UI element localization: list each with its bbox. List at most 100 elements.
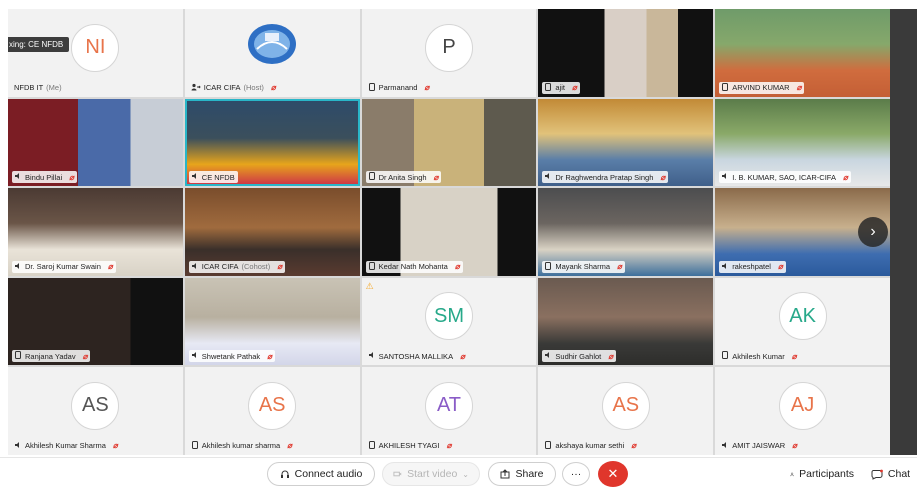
- participant-label: Shwetank Pathak ⌀: [188, 350, 275, 363]
- chat-icon: [871, 469, 883, 480]
- more-options-button[interactable]: ···: [562, 462, 590, 486]
- video-camera-icon: [393, 471, 402, 477]
- organization-logo: [247, 23, 297, 65]
- participant-tile[interactable]: I. B. KUMAR, SAO, ICAR-CIFA ⌀: [715, 98, 890, 187]
- participant-name: CE NFDB: [201, 172, 235, 182]
- chat-label: Chat: [887, 468, 911, 480]
- mic-muted-icon: ⌀: [277, 262, 283, 272]
- mic-muted-icon: ⌀: [796, 83, 802, 93]
- next-page-button[interactable]: ›: [858, 216, 888, 247]
- participant-label: Akhilesh Kumar ⌀: [719, 350, 799, 362]
- connect-audio-label: Connect audio: [294, 468, 363, 480]
- participant-tile[interactable]: Kedar Nath Mohanta ⌀: [361, 188, 537, 276]
- avatar-initials: AS: [71, 381, 120, 430]
- participant-label: akshaya kumar sethi ⌀: [542, 440, 639, 452]
- participant-tile[interactable]: AS akshaya kumar sethi ⌀: [538, 367, 714, 455]
- audio-icon: [721, 441, 729, 451]
- participant-label: Dr. Saroj Kumar Swain ⌀: [12, 260, 116, 273]
- participant-tile[interactable]: Dr Anita Singh ⌀: [361, 98, 537, 187]
- participant-label: Dr Raghwendra Pratap Singh ⌀: [542, 171, 669, 184]
- phone-icon: [721, 82, 729, 93]
- chat-button[interactable]: Chat: [866, 462, 915, 486]
- mic-muted-icon: ⌀: [446, 441, 452, 451]
- participant-label: Mayank Sharma ⌀: [542, 260, 625, 273]
- avatar-initials: AS: [601, 381, 650, 430]
- participant-tile[interactable]: AK Akhilesh Kumar ⌀: [715, 277, 890, 366]
- participant-label: AKHILESH TYAGI ⌀: [366, 440, 455, 452]
- more-icon: ···: [570, 468, 582, 480]
- participant-role: (Me): [46, 83, 62, 93]
- mic-muted-icon: ⌀: [608, 351, 614, 361]
- participant-name: Shwetank Pathak: [201, 351, 261, 361]
- participant-tile[interactable]: ARVIND KUMAR ⌀: [715, 9, 890, 97]
- participant-name: Dr. Saroj Kumar Swain: [25, 262, 101, 272]
- participant-name: NFDB IT: [14, 83, 44, 93]
- participant-tile[interactable]: Mayank Sharma ⌀: [538, 188, 714, 276]
- mic-muted-icon: ⌀: [842, 172, 848, 182]
- avatar-initials: AJ: [778, 381, 827, 430]
- mic-muted-icon: ⌀: [571, 83, 577, 93]
- mic-muted-icon: ⌀: [267, 351, 272, 361]
- participant-label: NFDB IT (Me): [12, 82, 65, 94]
- participant-name: Mayank Sharma: [555, 262, 610, 272]
- participant-label: Akhilesh kumar sharma ⌀: [189, 440, 295, 452]
- participant-tile[interactable]: CE NFDB: [184, 98, 360, 187]
- participant-role: (Cohost): [241, 262, 271, 272]
- participant-tile[interactable]: rakeshpatel ⌀ ›: [715, 188, 890, 276]
- participant-tile[interactable]: AS Akhilesh kumar sharma ⌀: [184, 367, 360, 455]
- participant-name: rakeshpatel: [732, 262, 771, 272]
- participants-button[interactable]: Participants: [780, 462, 864, 486]
- participant-label: AMIT JAISWAR ⌀: [719, 440, 800, 452]
- avatar-initials: NI: [71, 23, 120, 72]
- participant-label: I. B. KUMAR, SAO, ICAR-CIFA ⌀: [719, 171, 851, 184]
- participant-name: Akhilesh Kumar Sharma: [25, 441, 106, 451]
- share-button[interactable]: Share: [488, 462, 556, 486]
- participant-tile[interactable]: NI xing: CE NFDB NFDB IT (Me): [8, 9, 183, 97]
- mic-muted-icon: ⌀: [617, 262, 622, 272]
- meeting-toolbar: Connect audio Start video ⌄ Share ··· ✕ …: [0, 457, 917, 489]
- phone-icon: [368, 261, 376, 272]
- phone-icon: [544, 82, 552, 93]
- connect-audio-button[interactable]: Connect audio: [267, 462, 375, 486]
- participant-name: AKHILESH TYAGI: [378, 441, 440, 451]
- phone-icon: [368, 172, 376, 182]
- participant-tile[interactable]: Bindu Pillai ⌀: [8, 98, 183, 187]
- participant-name: I. B. KUMAR, SAO, ICAR-CIFA: [732, 172, 836, 182]
- phone-icon: [368, 82, 376, 93]
- participant-tile[interactable]: ajit ⌀: [538, 9, 714, 97]
- participant-label: Kedar Nath Mohanta ⌀: [365, 260, 463, 273]
- participant-name: Bindu Pillai: [25, 172, 63, 182]
- audio-icon: [191, 351, 199, 361]
- mic-muted-icon: ⌀: [107, 262, 113, 272]
- avatar-initials: AK: [778, 292, 827, 341]
- audio-icon: [721, 172, 729, 182]
- share-icon: [500, 469, 510, 479]
- participant-tile[interactable]: Dr Raghwendra Pratap Singh ⌀: [538, 98, 714, 187]
- mic-muted-icon: ⌀: [112, 441, 118, 451]
- start-video-button[interactable]: Start video ⌄: [382, 462, 480, 486]
- participant-label: rakeshpatel ⌀: [719, 260, 786, 273]
- participant-tile[interactable]: SM ⚠ SANTOSHA MALLIKA ⌀: [361, 277, 537, 366]
- participant-tile[interactable]: Shwetank Pathak ⌀: [184, 277, 360, 366]
- leave-meeting-button[interactable]: ✕: [598, 461, 628, 487]
- participants-icon: [790, 472, 794, 476]
- participant-tile[interactable]: ICAR CIFA (Cohost) ⌀: [184, 188, 360, 276]
- participant-tile[interactable]: Ranjana Yadav ⌀: [8, 277, 183, 366]
- start-video-label: Start video: [407, 468, 458, 480]
- participant-name: ajit: [555, 83, 565, 93]
- participant-tile[interactable]: AT AKHILESH TYAGI ⌀: [361, 367, 537, 455]
- participant-label: Dr Anita Singh ⌀: [365, 171, 442, 184]
- avatar-initials: AT: [424, 381, 473, 430]
- participant-tile[interactable]: AJ AMIT JAISWAR ⌀: [715, 367, 890, 455]
- mic-muted-icon: ⌀: [270, 83, 276, 93]
- participant-tile[interactable]: ICAR CIFA (Host) ⌀: [184, 9, 360, 97]
- participant-tile[interactable]: Dr. Saroj Kumar Swain ⌀: [8, 188, 183, 276]
- participant-tile[interactable]: AS Akhilesh Kumar Sharma ⌀: [8, 367, 183, 455]
- audio-icon: [14, 172, 22, 182]
- mic-muted-icon: ⌀: [454, 262, 460, 272]
- mic-muted-icon: ⌀: [777, 262, 783, 272]
- warning-icon: ⚠: [365, 280, 374, 291]
- participant-tile[interactable]: Sudhir Gahlot ⌀: [538, 277, 714, 366]
- participant-tile[interactable]: P Parmanand ⌀: [361, 9, 537, 97]
- participant-name: Ranjana Yadav: [25, 351, 76, 361]
